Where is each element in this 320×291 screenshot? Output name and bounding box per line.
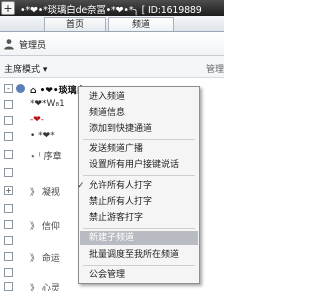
checkmark-icon: ✓ [77,181,85,191]
manage-label[interactable]: 管理 [206,62,224,75]
plus-icon[interactable]: + [1,1,15,15]
expander-icon[interactable] [4,220,13,229]
mode-label: 主席模式 [4,65,41,75]
menu-item-batch-move-here[interactable]: 批量调度至我所在频道 [80,248,198,262]
menu-item-new-subchannel[interactable]: 新建子频道 [80,231,198,245]
channel-name: *❤*W₈1 [30,99,65,109]
channel-name: -❤- [30,115,45,125]
tab-home[interactable]: 首页 [44,17,106,31]
menu-separator [83,228,195,229]
expander-icon[interactable] [4,100,13,109]
menu-item-label: 允许所有人打字 [89,181,153,191]
menu-item-ban-all-typing[interactable]: 禁止所有人打字 [80,195,198,209]
menu-item-send-broadcast[interactable]: 发送频道广播 [80,142,198,156]
menu-separator [83,265,195,266]
tab-bar: 首页 频道 [0,16,224,32]
tab-channel[interactable]: 频道 [108,17,174,31]
channel-name: 》 命运 [30,254,60,264]
expander-icon[interactable] [4,168,13,177]
expand-icon[interactable]: + [4,186,13,195]
context-menu: 进入频道 频道信息 添加到快捷通道 发送频道广播 设置所有用户接键说话 ✓ 允许… [77,86,200,284]
expander-icon[interactable] [4,252,13,261]
expander-icon[interactable] [4,204,13,213]
channel-name: ⋆ ⁽ 序章 [30,152,62,162]
expander-icon[interactable] [4,282,13,291]
expander-icon[interactable] [4,132,13,141]
person-icon [4,39,14,50]
menu-item-guild-management[interactable]: 公会管理 [80,268,198,282]
expander-icon[interactable] [4,116,13,125]
user-row: 管理员 [0,32,224,56]
channel-icon [16,84,25,93]
title-bar: + •*❤•*琰璃白de奈冨•*❤•*╮ [ ID:1619889 [0,0,224,16]
channel-name: 》 心灵 [30,284,60,291]
expander-icon[interactable] [4,268,13,277]
menu-item-add-shortcut[interactable]: 添加到快捷通道 [80,122,198,136]
mode-dropdown[interactable]: 主席模式 ▾ [4,62,47,75]
menu-item-ban-guest-typing[interactable]: 禁止游客打字 [80,211,198,225]
user-role-label: 管理员 [19,41,47,51]
chevron-down-icon: ▾ [42,65,48,75]
menu-separator [83,175,195,176]
channel-name: 》 信仰 [30,222,60,232]
menu-item-allow-all-typing[interactable]: ✓ 允许所有人打字 [77,179,198,193]
menu-item-push-to-talk-all[interactable]: 设置所有用户接键说话 [80,158,198,172]
mode-row: 主席模式 ▾ 管理 [0,56,224,78]
menu-item-channel-info[interactable]: 频道信息 [80,106,198,120]
channel-name: • *❤* [30,131,55,141]
channel-name: 》 凝视 [30,188,60,198]
menu-separator [83,139,195,140]
expander-icon[interactable] [4,236,13,245]
menu-item-enter-channel[interactable]: 进入频道 [80,90,198,104]
collapse-icon[interactable]: - [4,84,13,93]
expander-icon[interactable] [4,150,13,159]
window-title: •*❤•*琰璃白de奈冨•*❤•*╮ [ ID:1619889 [20,5,202,16]
